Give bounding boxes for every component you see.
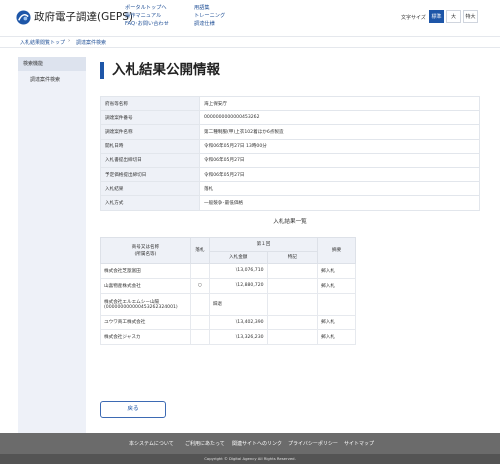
breadcrumb: 入札結果閲覧トップ › 調達案件検索: [0, 36, 500, 48]
info-row: 調達案件名称 第二種制服(甲)上衣102着ほか6点製造: [100, 124, 480, 140]
col-company-label: 商号又は名称: [131, 244, 160, 250]
col-round-1: 第１回: [208, 237, 319, 252]
result-award: ○: [189, 277, 210, 294]
result-company-line: 株式会社ジャスカ: [104, 335, 141, 341]
result-amount: \13,076,710: [208, 263, 268, 279]
faq-link[interactable]: FAQ･お問い合わせ: [125, 21, 169, 28]
footer-usage-link[interactable]: ご利用にあたって: [185, 440, 225, 447]
col-remark: 摘要: [317, 237, 356, 264]
info-value: 令和06年05月27日: [199, 152, 480, 168]
info-row: 調達案件番号 0000000000000453262: [100, 110, 480, 126]
glossary-link[interactable]: 用語集: [194, 5, 210, 12]
font-size-label: 文字サイズ: [401, 15, 426, 21]
col-amount: 入札金額: [208, 251, 268, 264]
result-remark: 郵入札: [317, 329, 356, 346]
info-row: 入札方式 一般競争･最低価格: [100, 195, 480, 211]
col-award: 落札: [189, 237, 210, 264]
info-label: 入札書提出締切日: [100, 152, 200, 168]
result-row: 株式会社芝翫富田 \13,076,710 郵入札: [100, 263, 356, 279]
result-company-line: (000000000000453262324001): [104, 304, 178, 310]
result-remark: [317, 292, 356, 316]
portal-top-link[interactable]: ポータルトップへ: [125, 5, 167, 12]
col-note: 特記: [266, 251, 319, 264]
info-label: 調達案件番号: [100, 110, 200, 126]
info-label: 入札結果: [100, 181, 200, 197]
result-remark: 郵入札: [317, 277, 356, 294]
font-size-large-button[interactable]: 大: [446, 10, 461, 23]
result-company: 株式会社ジャスカ: [100, 329, 191, 346]
sidebar: 検索機能 調達案件検索: [18, 57, 86, 433]
footer-related-sites-link[interactable]: 関連サイトへのリンク: [232, 440, 282, 447]
result-company: 株式会社エルエムシー山陽 (000000000000453262324001): [100, 292, 191, 316]
info-label: 府省等名称: [100, 95, 200, 112]
result-award: [189, 292, 210, 316]
footer-about-link[interactable]: 本システムについて: [129, 440, 174, 447]
result-company: 株式会社芝翫富田: [100, 263, 191, 279]
result-company: 山喜物産株式会社: [100, 277, 191, 294]
page-title: 入札結果公開情報: [100, 62, 220, 79]
result-note: [266, 329, 319, 346]
breadcrumb-case-search[interactable]: 調達案件検索: [76, 39, 106, 46]
info-value: 令和06年05月27日 13時00分: [199, 138, 480, 154]
result-award: [189, 329, 210, 346]
info-label: 開札日時: [100, 138, 200, 154]
geps-logo-icon: [16, 10, 31, 25]
info-value: 0000000000000453262: [199, 110, 480, 126]
result-amount: \12,880,720: [208, 277, 268, 294]
info-row: 開札日時 令和06年05月27日 13時00分: [100, 138, 480, 154]
result-remark: 郵入札: [317, 314, 356, 331]
results-title: 入札結果一覧: [273, 219, 307, 225]
sidebar-heading: 検索機能: [18, 57, 86, 71]
info-value: 落札: [199, 181, 480, 197]
info-row: 府省等名称 海上保安庁: [100, 95, 480, 112]
result-row: ユウワ商工株式会社 \13,402,390 郵入札: [100, 314, 356, 331]
copyright: Copyright © Digital Agency All Rights Re…: [0, 454, 500, 464]
results-table: 商号又は名称 (所属名等) 落札 第１回 摘要 入札金額 特記 株式会社芝翫富田 \…: [100, 237, 356, 346]
result-company: ユウワ商工株式会社: [100, 314, 191, 331]
info-value: 令和06年05月27日: [199, 166, 480, 183]
col-company-label: (所属名等): [134, 251, 157, 257]
result-row: 山喜物産株式会社 ○ \12,880,720 郵入札: [100, 277, 356, 294]
breadcrumb-results-top[interactable]: 入札結果閲覧トップ: [20, 39, 65, 46]
result-company-line: ユウワ商工株式会社: [104, 320, 146, 326]
result-note: [266, 314, 319, 331]
info-value: 一般競争･最低価格: [199, 195, 480, 211]
site-title[interactable]: 政府電子調達(GEPS): [34, 10, 133, 25]
footer-sitemap-link[interactable]: サイトマップ: [344, 440, 374, 447]
info-label: 予定価格提出締切日: [100, 166, 200, 183]
info-row: 予定価格提出締切日 令和06年05月27日: [100, 166, 480, 183]
font-size-xlarge-button[interactable]: 特大: [463, 10, 478, 23]
footer: 本システムについて ご利用にあたって 関連サイトへのリンク プライバシーポリシー…: [0, 433, 500, 454]
info-label: 入札方式: [100, 195, 200, 211]
result-amount: 辞退: [208, 292, 268, 316]
breadcrumb-separator-icon: ›: [68, 38, 71, 44]
sidebar-item-case-search[interactable]: 調達案件検索: [18, 74, 86, 86]
info-value: 海上保安庁: [199, 95, 480, 112]
result-note: [266, 263, 319, 279]
manual-link[interactable]: 操作マニュアル: [125, 13, 161, 20]
result-award: [189, 263, 210, 279]
result-company-line: 山喜物産株式会社: [104, 283, 141, 289]
back-button[interactable]: 戻る: [100, 401, 166, 418]
training-link[interactable]: トレーニング: [194, 13, 225, 20]
result-remark: 郵入札: [317, 263, 356, 279]
result-amount: \13,402,390: [208, 314, 268, 331]
result-award: [189, 314, 210, 331]
header: 政府電子調達(GEPS) ポータルトップへ 操作マニュアル FAQ･お問い合わせ…: [0, 0, 500, 36]
procurement-spec-link[interactable]: 調達仕様: [194, 21, 215, 28]
result-company-line: 株式会社芝翫富田: [104, 268, 141, 274]
result-row: 株式会社エルエムシー山陽 (000000000000453262324001) 辞退: [100, 292, 356, 316]
result-note: [266, 277, 319, 294]
result-amount: \13,326,230: [208, 329, 268, 346]
info-value: 第二種制服(甲)上衣102着ほか6点製造: [199, 124, 480, 140]
info-row: 入札結果 落札: [100, 181, 480, 197]
result-row: 株式会社ジャスカ \13,326,230 郵入札: [100, 329, 356, 346]
bid-info-table: 府省等名称 海上保安庁 調達案件番号 0000000000000453262 調達案件名…: [100, 95, 480, 211]
info-row: 入札書提出締切日 令和06年05月27日: [100, 152, 480, 168]
font-size-standard-button[interactable]: 標準: [429, 10, 444, 23]
info-label: 調達案件名称: [100, 124, 200, 140]
col-company: 商号又は名称 (所属名等): [100, 237, 191, 264]
result-note: [266, 292, 319, 316]
footer-privacy-link[interactable]: プライバシーポリシー: [288, 440, 338, 447]
